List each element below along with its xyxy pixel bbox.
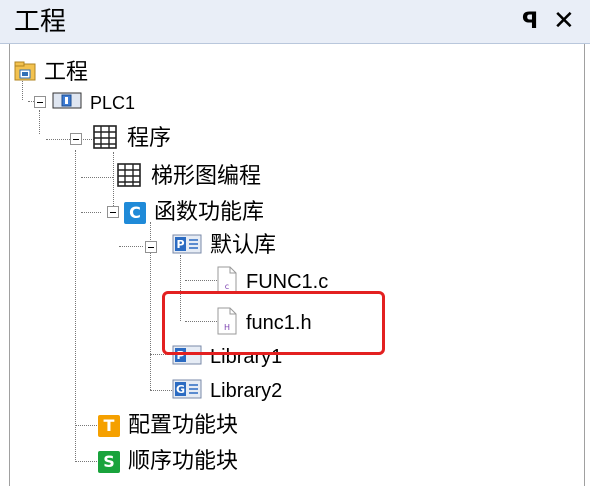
program-icon — [91, 123, 119, 155]
tree-item-library2[interactable]: G Library2 — [172, 374, 282, 408]
g-library-icon: G — [172, 378, 202, 404]
s-badge-icon: S — [98, 451, 120, 473]
tree-item-func-lib-label: 函数功能库 — [154, 200, 265, 225]
tree-item-seq-block-label: 顺序功能块 — [128, 449, 239, 474]
c-badge-icon: C — [124, 202, 146, 224]
collapse-default-lib-toggle[interactable] — [145, 241, 157, 253]
collapse-funclib-toggle[interactable] — [107, 206, 119, 218]
plc-device-icon — [52, 91, 82, 115]
tree-item-plc-label: PLC1 — [90, 93, 136, 113]
tree-item-ladder-label: 梯形图编程 — [151, 164, 262, 189]
tree-item-ladder[interactable]: 梯形图编程 — [115, 160, 261, 194]
close-icon[interactable]: ✕ — [553, 6, 575, 36]
project-folder-icon — [14, 60, 36, 86]
project-panel: 工程 ꟼ ✕ 工程 PLC1 程序 梯形图编程 C 函数功能库 P 默认库 c … — [0, 0, 590, 486]
p-library-icon: P — [172, 233, 202, 259]
tree-item-program-label: 程序 — [127, 126, 172, 151]
highlight-annotation — [162, 291, 385, 355]
tree-item-config-block-label: 配置功能块 — [128, 413, 239, 438]
tree-root-label: 工程 — [44, 60, 89, 85]
panel-titlebar: 工程 ꟼ ✕ — [0, 0, 590, 44]
tree-item-plc[interactable]: PLC1 — [52, 86, 135, 120]
tree-item-library2-label: Library2 — [210, 380, 283, 402]
ladder-program-icon — [115, 161, 143, 193]
tree-root[interactable]: 工程 — [14, 56, 88, 90]
tree-item-config-block[interactable]: T 配置功能块 — [98, 409, 238, 443]
pin-icon[interactable]: ꟼ — [522, 8, 538, 36]
tree-item-default-lib[interactable]: P 默认库 — [172, 229, 276, 263]
collapse-plc-toggle[interactable] — [34, 96, 46, 108]
panel-title: 工程 — [14, 7, 67, 37]
svg-text:G: G — [176, 383, 185, 396]
collapse-program-toggle[interactable] — [70, 133, 82, 145]
tree-item-seq-block[interactable]: S 顺序功能块 — [98, 445, 238, 479]
tree-item-program[interactable]: 程序 — [91, 122, 171, 156]
tree-item-default-lib-label: 默认库 — [210, 233, 277, 258]
svg-text:P: P — [176, 238, 184, 251]
tree-item-func-lib[interactable]: C 函数功能库 — [124, 196, 264, 230]
t-badge-icon: T — [98, 415, 120, 437]
svg-text:c: c — [225, 282, 229, 291]
